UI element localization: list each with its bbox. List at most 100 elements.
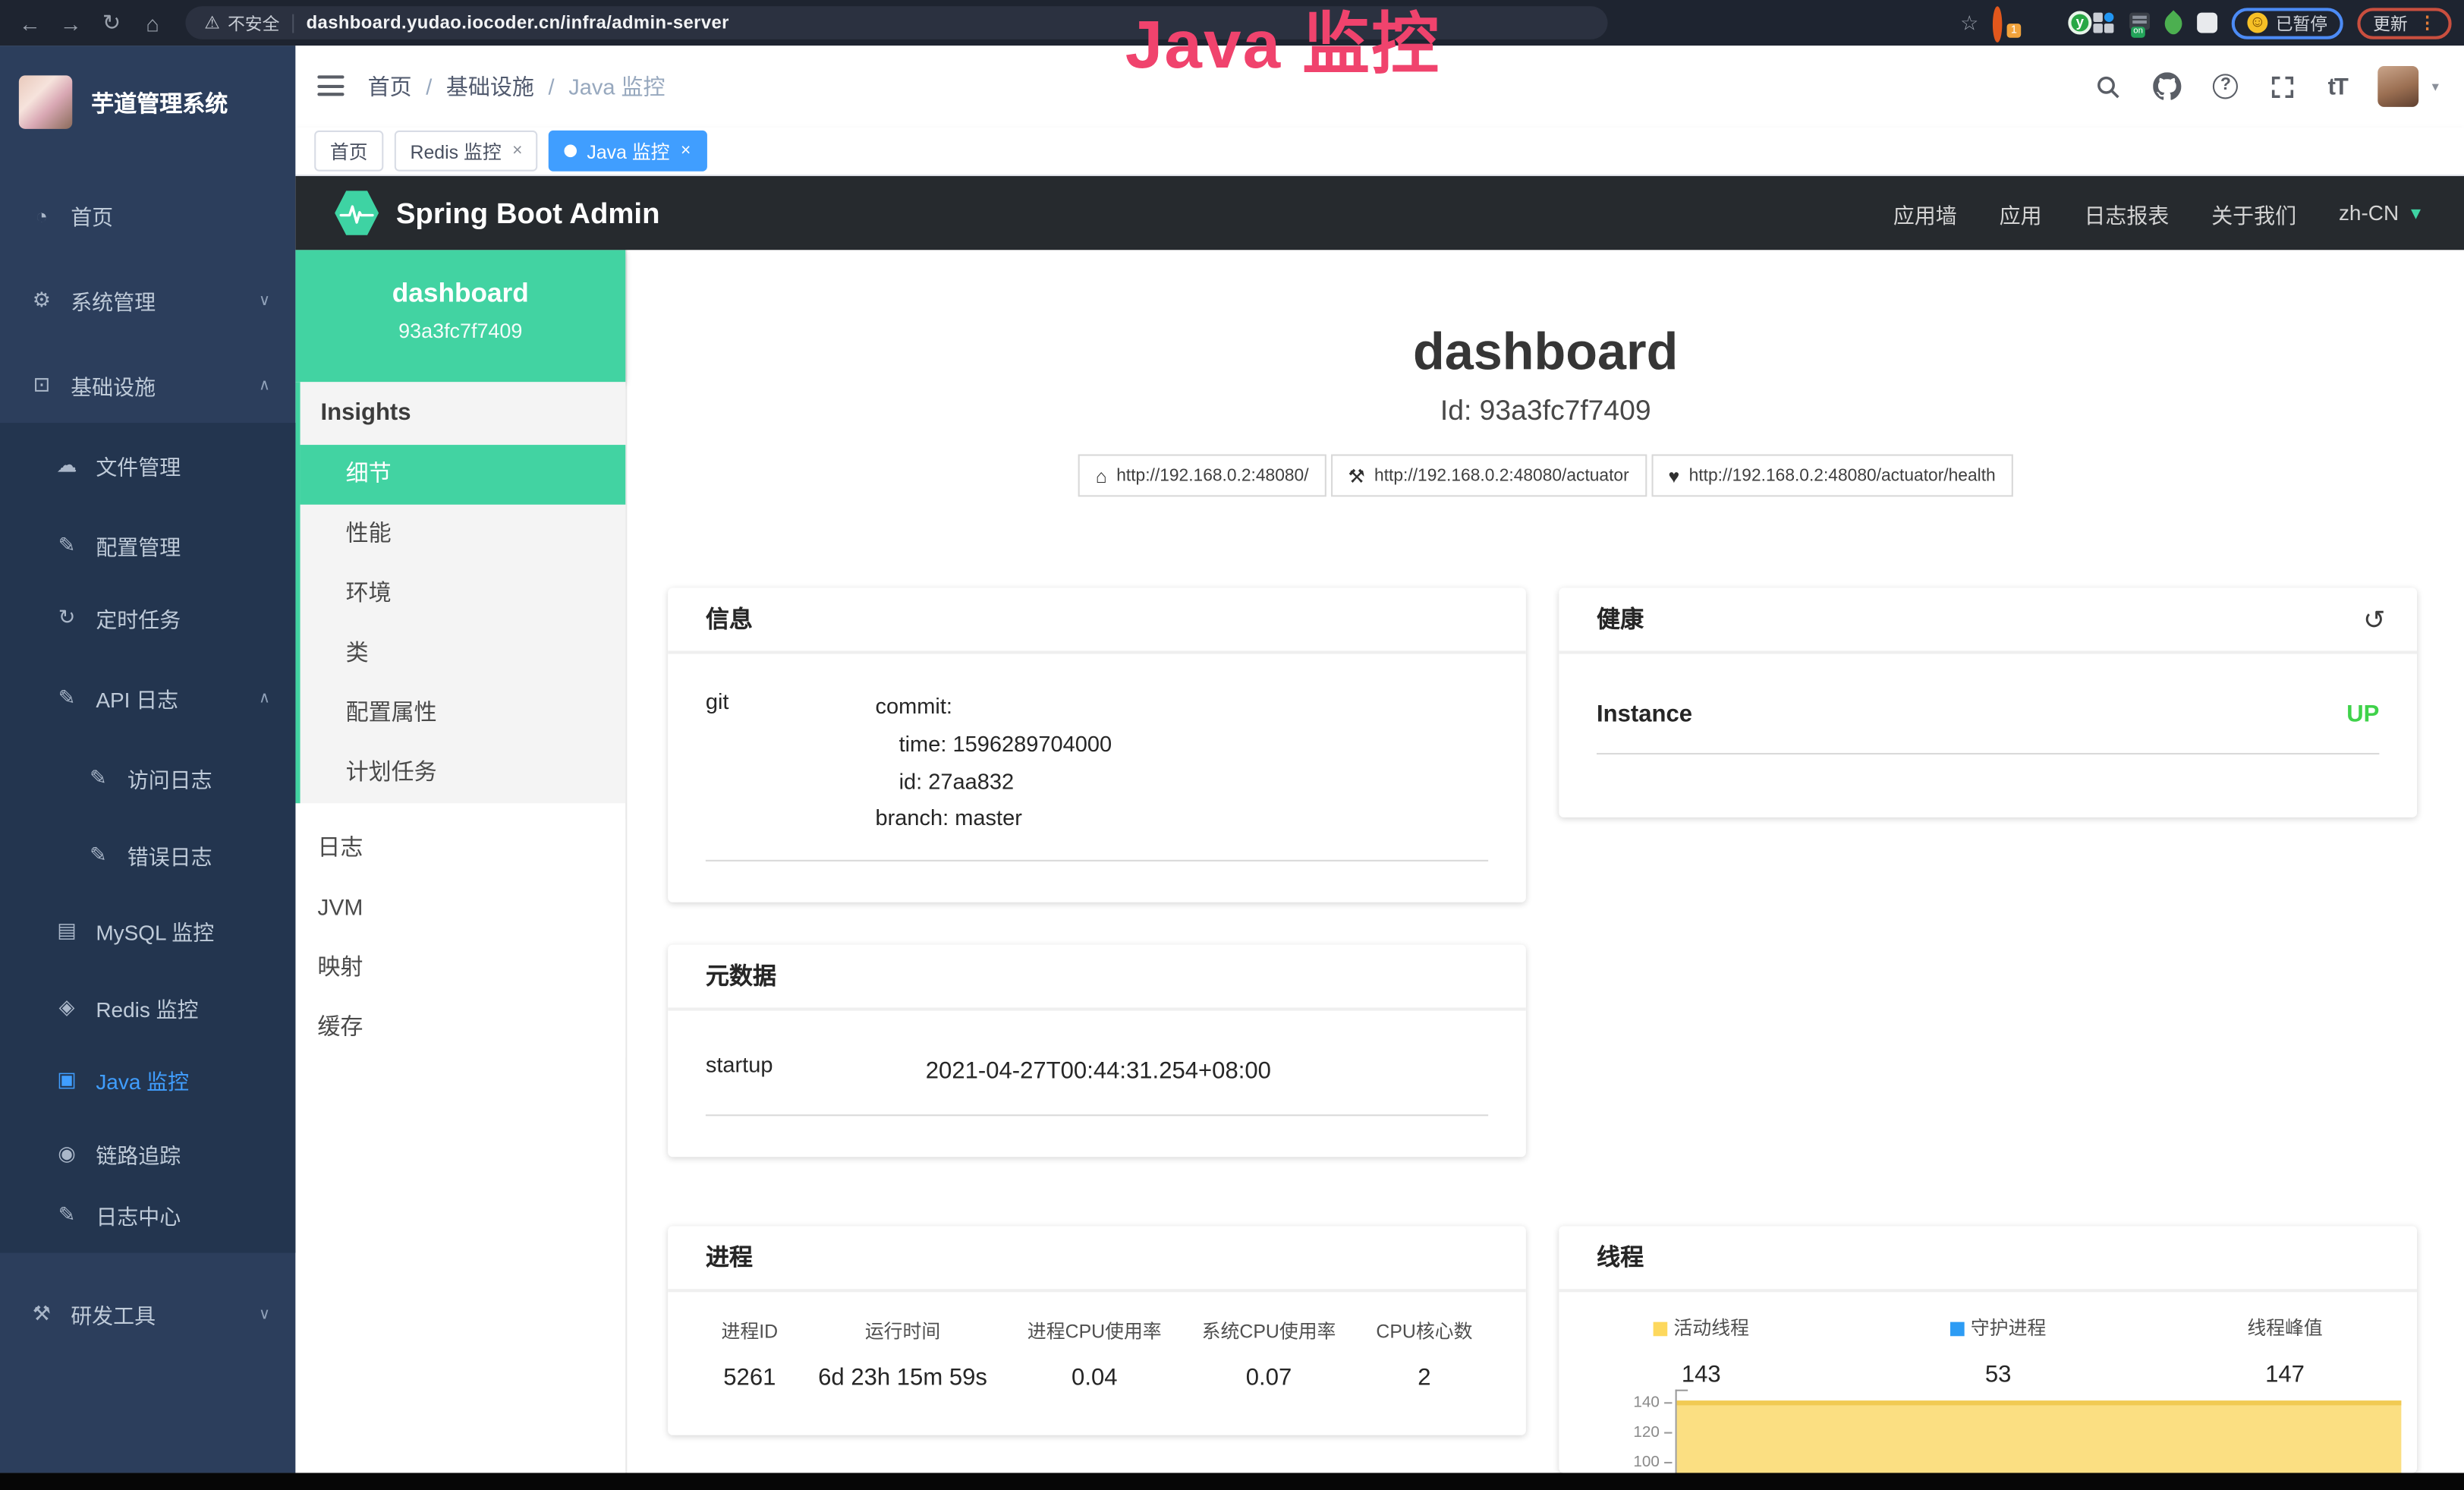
legend-label: 线程峰值 [2247,1317,2322,1339]
sba-item-details[interactable]: 细节 [301,445,626,505]
user-avatar[interactable] [2378,66,2419,107]
sba-item-classes[interactable]: 类 [301,624,626,684]
sidebar-item-redis-monitor[interactable]: ◈ Redis 监控 [0,976,295,1039]
avatar-caret-icon[interactable]: ▾ [2432,78,2439,96]
font-size-icon[interactable]: tT [2328,73,2347,99]
browser-reload-icon[interactable]: ↻ [91,9,132,36]
col-value: 6d 23h 15m 59s [818,1365,987,1391]
gear-icon: ⚙ [28,288,55,313]
sidebar-item-api-logs[interactable]: ✎ API 日志 ∧ [0,666,295,729]
java-monitor-icon: ▣ [53,1067,80,1092]
bookmark-star-icon[interactable]: ☆ [1960,10,1978,35]
git-commit-line: commit: [876,688,1112,726]
process-card: 进程 进程ID 5261 运行时间 6d 23h 15m 59s 进程CPU使用… [668,1226,1526,1435]
sba-item-mappings[interactable]: 映射 [295,938,625,998]
sba-sidebar: dashboard 93a3fc7f7409 Insights 细节 性能 环境… [295,250,627,1473]
sidebar-item-file-mgmt[interactable]: ☁ 文件管理 [0,434,295,497]
service-url-button[interactable]: ⌂ http://192.168.0.2:48080/ [1078,454,1326,496]
sidebar-item-home[interactable]: ◔ 首页 [0,184,295,247]
sidebar-item-access-logs[interactable]: ✎ 访问日志 [0,747,295,810]
browser-menu-kebab-icon[interactable]: ⋮ [2418,13,2436,33]
search-icon[interactable] [2095,73,2122,99]
git-id-line: id: 27aa832 [876,764,1112,801]
sba-brand-title[interactable]: Spring Boot Admin [396,196,660,231]
col-header: 进程ID [722,1317,779,1344]
extension-orange-icon[interactable]: 1 [1993,11,2016,34]
sba-item-jvm[interactable]: JVM [295,879,625,939]
sidebar-item-dev-tools[interactable]: ⚒ 研发工具 ∨ [0,1283,295,1346]
tab-redis-monitor[interactable]: Redis 监控 × [395,131,538,172]
y-tick-100: 100 [1606,1454,1659,1472]
browser-home-icon[interactable]: ⌂ [132,10,173,35]
sba-nav-journal[interactable]: 日志报表 [2084,197,2169,228]
sba-item-caches[interactable]: 缓存 [295,998,625,1058]
breadcrumb-infrastructure[interactable]: 基础设施 [446,71,534,102]
sba-item-scheduled-tasks[interactable]: 计划任务 [301,744,626,804]
extensions-puzzle-icon[interactable] [2197,13,2217,33]
github-icon[interactable] [2154,72,2182,100]
extension-leaf-icon[interactable] [2160,9,2187,36]
tab-home[interactable]: 首页 [314,131,383,172]
legend-live-threads: 活动线程 143 [1654,1314,1749,1388]
history-icon[interactable]: ↺ [2363,588,2386,654]
security-label[interactable]: 不安全 [228,10,279,35]
col-value: 0.07 [1202,1365,1336,1391]
sidebar-item-log-center[interactable]: ✎ 日志中心 [0,1183,295,1246]
tab-close-icon[interactable]: × [512,141,522,160]
extension-pin-icon[interactable] [2031,11,2054,34]
legend-peak-threads: 线程峰值 147 [2247,1314,2322,1388]
process-card-title: 进程 [668,1226,1526,1292]
tab-close-icon[interactable]: × [681,141,691,160]
sidebar-item-system-mgmt[interactable]: ⚙ 系统管理 ∨ [0,269,295,332]
window-bottom-bar [0,1473,2464,1490]
col-header: 运行时间 [818,1317,987,1344]
sidebar-item-error-logs[interactable]: ✎ 错误日志 [0,824,295,887]
extension-on-icon[interactable]: on [2129,13,2150,30]
extension-grid-icon[interactable] [2093,13,2113,33]
browser-forward-icon[interactable]: → [50,10,91,35]
sba-nav-wallboard[interactable]: 应用墙 [1893,197,1957,228]
sba-nav-about[interactable]: 关于我们 [2211,197,2296,228]
sba-item-metrics[interactable]: 性能 [301,505,626,565]
breadcrumb-separator: / [426,74,432,99]
sidebar-item-mysql-monitor[interactable]: ▤ MySQL 监控 [0,899,295,962]
hamburger-icon[interactable] [317,75,344,96]
sidebar-item-infrastructure[interactable]: ⊡ 基础设施 ∧ [0,354,295,417]
tick-mark [1664,1432,1672,1434]
sba-item-config-props[interactable]: 配置属性 [301,684,626,744]
update-button[interactable]: 更新 ⋮ [2357,7,2451,38]
locale-caret-icon[interactable]: ▾ [2412,203,2420,223]
health-key: Instance [1597,701,1692,728]
sidebar-item-scheduled-jobs[interactable]: ↻ 定时任务 [0,586,295,649]
tab-java-monitor[interactable]: Java 监控 × [549,131,706,172]
breadcrumb-home[interactable]: 首页 [368,71,412,102]
paused-badge[interactable]: ☺ 已暂停 [2232,7,2343,38]
sba-nav-applications[interactable]: 应用 [2000,197,2042,228]
metadata-card: 元数据 startup 2021-04-27T00:44:31.254+08:0… [668,945,1526,1158]
fullscreen-icon[interactable] [2270,73,2296,99]
actuator-url-button[interactable]: ⚒ http://192.168.0.2:48080/actuator [1331,454,1647,496]
sba-item-logs[interactable]: 日志 [295,819,625,879]
sidebar-item-config-mgmt[interactable]: ✎ 配置管理 [0,514,295,577]
sba-item-environment[interactable]: 环境 [301,564,626,624]
health-url-button[interactable]: ♥ http://192.168.0.2:48080/actuator/heal… [1651,454,2013,496]
col-value: 2 [1376,1365,1472,1391]
page-url[interactable]: dashboard.yudao.iocoder.cn/infra/admin-s… [307,14,729,33]
log-center-icon: ✎ [53,1202,80,1227]
sidebar-item-label: 文件管理 [96,449,181,480]
app-logo-row[interactable]: 芋道管理系统 [0,55,295,149]
sidebar-item-tracing[interactable]: ◉ 链路追踪 [0,1123,295,1186]
help-icon[interactable]: ? [2213,74,2238,99]
instance-header[interactable]: dashboard 93a3fc7f7409 [295,250,625,382]
extension-y-icon[interactable]: y [2068,11,2091,34]
toolbox-icon: ⚒ [28,1302,55,1327]
sidebar-item-java-monitor[interactable]: ▣ Java 监控 [0,1048,295,1111]
browser-back-icon[interactable]: ← [9,10,50,35]
grid-cell [2093,13,2102,22]
startup-row: startup 2021-04-27T00:44:31.254+08:00 [706,1051,1488,1115]
legend-entry: 线程峰值 [2247,1314,2322,1340]
sba-locale-select[interactable]: zh-CN [2339,201,2399,225]
process-table: 进程ID 5261 运行时间 6d 23h 15m 59s 进程CPU使用率 0… [668,1292,1526,1391]
sba-logo-icon[interactable] [335,190,379,237]
sidebar-item-label: 基础设施 [71,370,156,401]
